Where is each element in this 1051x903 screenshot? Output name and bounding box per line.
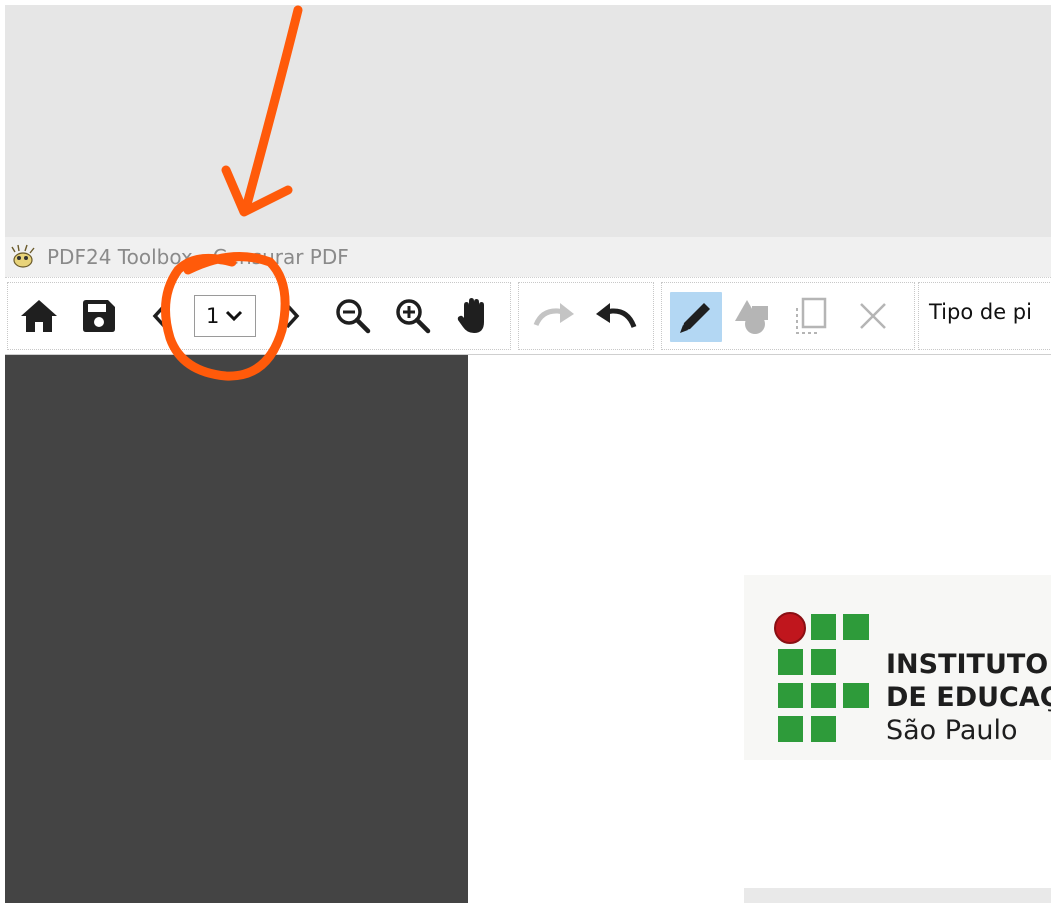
close-button[interactable] [851,294,895,338]
chevron-down-icon [226,310,243,322]
document-viewer[interactable]: INSTITUTO DE EDUCAÇ São Paulo [468,355,1051,903]
next-page-edge [744,888,1051,903]
undo-button[interactable] [594,294,638,338]
chevron-left-icon [152,303,167,329]
pen-tool-button[interactable] [670,292,722,342]
hand-tool-button[interactable] [453,294,497,338]
logo-line-1: INSTITUTO [886,649,1049,680]
pdf24-app-icon [11,244,35,268]
selection-icon [796,297,827,334]
tipo-label: Tipo de pi [929,300,1032,324]
redo-icon [533,303,574,327]
screen: PDF24 Toolbox - Censurar PDF 1 Tipo de p… [0,0,1051,903]
save-button[interactable] [77,294,121,338]
toolbar: 1 Tipo de pi [5,277,1051,355]
home-button[interactable] [17,294,61,338]
previous-page-button[interactable] [145,294,175,338]
window-titlebar: PDF24 Toolbox - Censurar PDF [5,237,1051,277]
desktop-background [5,5,1051,237]
redo-button[interactable] [532,294,576,338]
hand-icon [457,298,484,333]
page-number-value: 1 [206,304,220,328]
logo-line-2: DE EDUCAÇ [886,682,1051,713]
chevron-right-icon [285,303,300,329]
selection-tool-button[interactable] [789,294,833,338]
next-page-button[interactable] [277,294,307,338]
window-title: PDF24 Toolbox - Censurar PDF [47,245,349,269]
close-icon [860,303,886,329]
institution-logo: INSTITUTO DE EDUCAÇ São Paulo [744,575,1051,760]
shapes-tool-button[interactable] [732,294,776,338]
save-icon [83,300,115,332]
zoom-out-icon [336,299,371,334]
page-number-select[interactable]: 1 [194,295,256,337]
zoom-in-icon [396,299,431,334]
home-icon [21,300,57,332]
zoom-out-button[interactable] [331,294,375,338]
pen-icon [680,303,710,333]
shapes-icon [735,300,768,334]
undo-icon [596,303,637,328]
logo-line-3: São Paulo [886,715,1018,746]
zoom-in-button[interactable] [391,294,435,338]
thumbnail-sidebar[interactable] [5,355,468,903]
logo-mark [774,612,869,742]
